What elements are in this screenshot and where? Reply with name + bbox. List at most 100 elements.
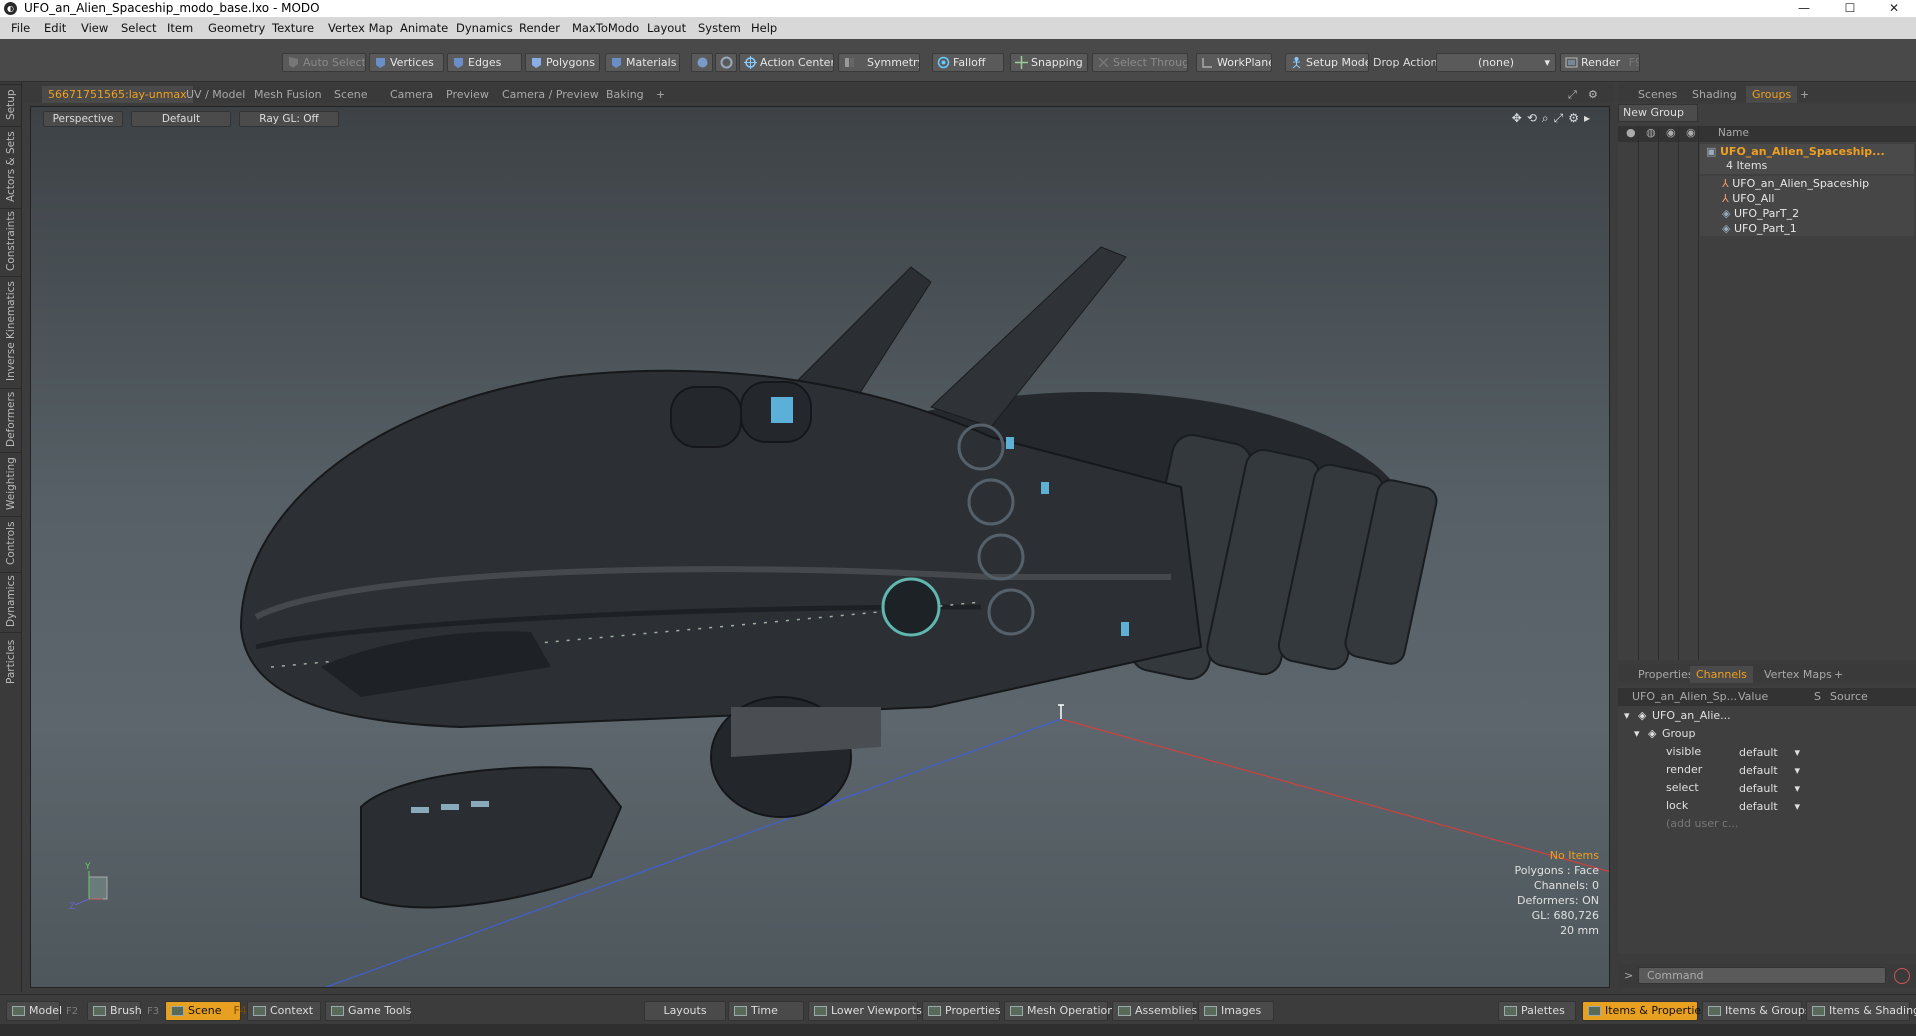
game-tools-layout-button[interactable]: Game Tools [325,1001,411,1021]
minimize-button[interactable]: — [1782,0,1826,17]
render-button[interactable]: Render F9 [1560,53,1640,72]
tab-baking[interactable]: Baking [600,86,650,103]
layouts-button[interactable]: Layouts [644,1001,726,1021]
tab-deformers[interactable]: Deformers [0,388,22,450]
tab-groups[interactable]: Groups [1746,86,1798,103]
tab-controls[interactable]: Controls [0,516,22,570]
tab-scenes[interactable]: Scenes [1632,86,1683,103]
table-row[interactable]: visible default ▾ [1618,744,1916,762]
render-toggle-icon[interactable]: ◍ [1646,126,1656,139]
expand-icon[interactable]: ▾ [1624,709,1630,722]
channel-value-dropdown[interactable]: default ▾ [1736,781,1804,797]
add-user-channel-row[interactable]: (add user c... [1618,816,1916,834]
add-panel-tab-button[interactable]: + [1794,86,1815,103]
items-shading-button[interactable]: Items & Shading [1806,1001,1916,1021]
symmetry-button[interactable]: Symmetry [838,53,920,72]
images-button[interactable]: Images [1198,1001,1274,1021]
menu-maxtomodo[interactable]: MaxToModo [572,21,639,35]
tab-particles[interactable]: Particles [0,632,22,690]
menu-system[interactable]: System [698,21,741,35]
list-item[interactable]: ◈ UFO_ParT_2 [1722,207,1799,220]
drop-action-select[interactable]: (none) ▾ [1436,53,1556,72]
context-layout-button[interactable]: Context [247,1001,321,1021]
menu-render[interactable]: Render [519,21,560,35]
item-mode-button[interactable] [691,53,713,72]
menu-geometry[interactable]: Geometry [208,21,265,35]
tab-scene[interactable]: Scene [328,86,374,103]
materials-button[interactable]: Materials [605,53,680,72]
menu-file[interactable]: File [11,21,30,35]
list-item[interactable]: ⅄ UFO_All [1722,192,1774,205]
channel-group-row[interactable]: ▾ ◈ Group [1618,726,1916,744]
channel-value-dropdown[interactable]: default ▾ [1736,763,1804,779]
eye-icon[interactable]: ● [1626,126,1636,139]
tab-preview[interactable]: Preview [440,86,495,103]
tab-mesh-fusion[interactable]: Mesh Fusion [248,86,328,103]
menu-vertex-map[interactable]: Vertex Map [328,21,393,35]
action-center-button[interactable]: Action Center [739,53,834,72]
group-row[interactable]: ▣ UFO_an_Alien_Spaceship... 4 Items [1700,144,1914,174]
scene-layout-button[interactable]: Scene F4 [165,1001,247,1021]
list-item[interactable]: ⅄ UFO_an_Alien_Spaceship [1722,177,1869,190]
maximize-button[interactable]: ☐ [1828,0,1872,17]
tab-constraints[interactable]: Constraints [0,208,22,274]
edges-button[interactable]: Edges [447,53,522,72]
tab-weighting[interactable]: Weighting [0,452,22,514]
table-row[interactable]: lock default ▾ [1618,798,1916,816]
channel-value-dropdown[interactable]: default ▾ [1736,745,1804,761]
menu-texture[interactable]: Texture [272,21,314,35]
tab-actors-sets[interactable]: Actors & Sets [0,126,22,206]
tab-layout-unmax[interactable]: 56671751565:lay-unmax [42,86,193,103]
add-tab-button[interactable]: + [650,86,671,103]
record-icon[interactable] [1894,968,1910,984]
add-channel-tab-button[interactable]: + [1828,666,1849,683]
tab-inverse-kinematics[interactable]: Inverse Kinematics [0,276,22,386]
palettes-button[interactable]: Palettes [1498,1001,1576,1021]
new-group-button[interactable]: New Group [1618,104,1698,122]
lower-viewports-button[interactable]: Lower Viewports [808,1001,922,1021]
properties-button[interactable]: Properties [922,1001,1001,1021]
workplane-button[interactable]: WorkPlane [1196,53,1272,72]
time-button[interactable]: Time [728,1001,804,1021]
setup-mode-button[interactable]: Setup Mode [1285,53,1369,72]
select-through-button[interactable]: Select Through [1092,53,1188,72]
tab-camera[interactable]: Camera [384,86,439,103]
tab-camera-preview[interactable]: Camera / Preview [496,86,605,103]
menu-dynamics[interactable]: Dynamics [456,21,513,35]
tab-dynamics[interactable]: Dynamics [0,572,22,630]
polygons-button[interactable]: Polygons [525,53,600,72]
menu-item[interactable]: Item [167,21,193,35]
mesh-operations-button[interactable]: Mesh Operations [1004,1001,1120,1021]
lock-icon[interactable]: ◉ [1666,126,1676,139]
falloff-button[interactable]: Falloff [932,53,1004,72]
gear-icon[interactable]: ⚙ [1582,86,1604,103]
menu-animate[interactable]: Animate [400,21,448,35]
tab-uv-model[interactable]: UV / Model [180,86,251,103]
list-item[interactable]: ◈ UFO_Part_1 [1722,222,1797,235]
menu-view[interactable]: View [81,21,108,35]
menu-layout[interactable]: Layout [647,21,686,35]
assemblies-button[interactable]: Assemblies [1112,1001,1197,1021]
pivot-mode-button[interactable] [715,53,737,72]
channel-root-row[interactable]: ▾ ◈ UFO_an_Alie... [1618,708,1916,726]
tab-vertex-maps[interactable]: Vertex Maps [1758,666,1838,683]
3d-viewport[interactable]: Perspective Default Ray GL: Off ✥⟲⌕⤢⚙▸ Y… [30,106,1610,988]
select-toggle-icon[interactable]: ◉ [1686,126,1696,139]
brush-layout-button[interactable]: Brush [87,1001,142,1021]
menu-help[interactable]: Help [751,21,777,35]
tab-channels[interactable]: Channels [1690,666,1753,683]
model-layout-button[interactable]: Model [6,1001,62,1021]
command-input[interactable]: Command [1638,967,1886,984]
expand-icon[interactable]: ▾ [1634,727,1640,740]
close-button[interactable]: ✕ [1872,0,1916,17]
auto-select-button[interactable]: Auto Select [282,53,366,72]
items-properties-button[interactable]: Items & Properties [1582,1001,1707,1021]
snapping-button[interactable]: Snapping [1010,53,1088,72]
maximize-icon[interactable]: ⤢ [1562,86,1583,103]
tab-setup[interactable]: Setup [0,84,22,124]
menu-edit[interactable]: Edit [44,21,66,35]
table-row[interactable]: select default ▾ [1618,780,1916,798]
menu-select[interactable]: Select [121,21,156,35]
channel-value-dropdown[interactable]: default ▾ [1736,799,1804,815]
tab-shading[interactable]: Shading [1686,86,1743,103]
